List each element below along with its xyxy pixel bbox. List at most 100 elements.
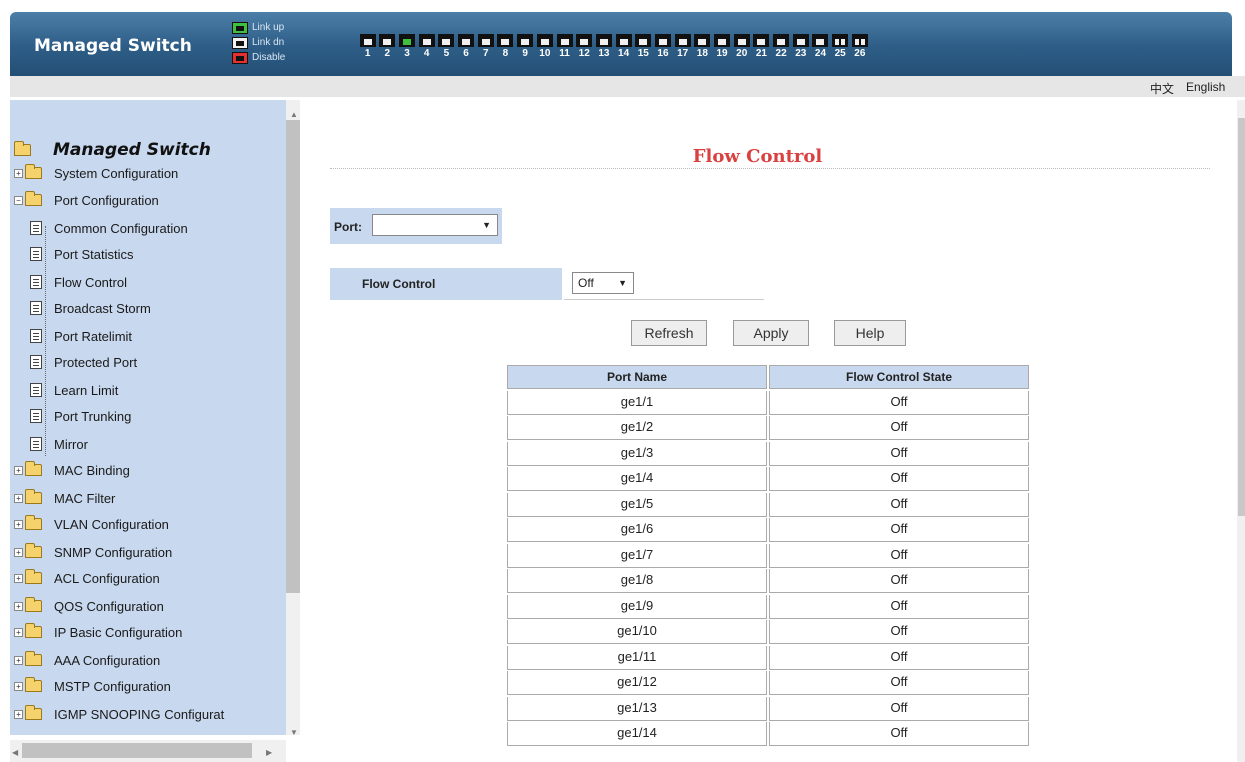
tree-root[interactable]: Managed Switch xyxy=(14,140,211,160)
flow-control-select[interactable]: Off ▼ xyxy=(572,272,634,294)
port-name-cell: ge1/11 xyxy=(507,645,767,670)
ethernet-port-icon xyxy=(576,34,593,47)
sidebar-item-port-configuration[interactable]: − Port Configuration xyxy=(14,189,159,211)
expand-icon[interactable]: + xyxy=(14,493,23,503)
port-15[interactable]: 15 xyxy=(634,34,653,59)
port-14[interactable]: 14 xyxy=(614,34,633,59)
folder-icon xyxy=(25,461,42,476)
sidebar-item-vlan-configuration[interactable]: + VLAN Configuration xyxy=(14,513,169,535)
port-10[interactable]: 10 xyxy=(535,34,554,59)
sidebar-item-aaa-configuration[interactable]: + AAA Configuration xyxy=(14,649,160,671)
table-row: ge1/8 Off xyxy=(507,569,1031,595)
sidebar-item-qos-configuration[interactable]: + QOS Configuration xyxy=(14,595,164,617)
sidebar-item-broadcast-storm[interactable]: Broadcast Storm xyxy=(30,297,151,319)
sidebar-item-system-configuration[interactable]: + System Configuration xyxy=(14,162,178,184)
port-selector-row: Port: ▼ xyxy=(330,208,502,244)
port-name-cell: ge1/6 xyxy=(507,518,767,542)
flow-control-state-cell: Off xyxy=(769,722,1029,746)
ethernet-port-icon xyxy=(477,34,494,47)
port-21[interactable]: 21 xyxy=(752,34,771,59)
apply-button[interactable]: Apply xyxy=(733,320,809,346)
page-scroll-thumb[interactable] xyxy=(1238,118,1245,516)
dropdown-arrow-icon: ▼ xyxy=(618,278,627,288)
port-26[interactable]: 26 xyxy=(850,34,869,59)
sidebar-item-mac-filter[interactable]: + MAC Filter xyxy=(14,487,115,509)
port-13[interactable]: 13 xyxy=(594,34,613,59)
port-1[interactable]: 1 xyxy=(358,34,377,59)
expand-icon[interactable]: + xyxy=(14,601,23,611)
expand-icon[interactable]: + xyxy=(14,709,23,719)
scroll-up-icon[interactable]: ▲ xyxy=(290,110,298,119)
sidebar-item-label: Port Trunking xyxy=(54,408,132,424)
port-24[interactable]: 24 xyxy=(811,34,830,59)
ethernet-port-icon xyxy=(359,34,376,47)
port-8[interactable]: 8 xyxy=(496,34,515,59)
sidebar-item-flow-control[interactable]: Flow Control xyxy=(30,271,127,293)
port-5[interactable]: 5 xyxy=(437,34,456,59)
scroll-left-icon[interactable]: ◀ xyxy=(12,748,18,757)
ethernet-port-icon xyxy=(497,34,514,47)
port-22[interactable]: 22 xyxy=(771,34,790,59)
port-17[interactable]: 17 xyxy=(673,34,692,59)
sidebar-item-igmp-snooping-configurat[interactable]: + IGMP SNOOPING Configurat xyxy=(14,703,224,725)
sidebar-scroll-thumb[interactable] xyxy=(286,120,300,593)
port-3[interactable]: 3 xyxy=(397,34,416,59)
folder-icon xyxy=(25,597,42,612)
scroll-right-icon[interactable]: ▶ xyxy=(266,748,272,757)
sidebar-item-mac-binding[interactable]: + MAC Binding xyxy=(14,459,130,481)
port-select[interactable]: ▼ xyxy=(372,214,498,236)
port-number: 8 xyxy=(502,48,509,59)
lang-chinese-link[interactable]: 中文 xyxy=(1150,80,1174,97)
port-12[interactable]: 12 xyxy=(575,34,594,59)
sidebar-item-port-ratelimit[interactable]: Port Ratelimit xyxy=(30,325,132,347)
help-button[interactable]: Help xyxy=(834,320,906,346)
port-11[interactable]: 11 xyxy=(555,34,574,59)
port-number: 12 xyxy=(578,48,590,59)
sidebar-item-acl-configuration[interactable]: + ACL Configuration xyxy=(14,567,160,589)
port-2[interactable]: 2 xyxy=(378,34,397,59)
expand-icon[interactable]: + xyxy=(14,627,23,637)
sidebar-item-label: Port Configuration xyxy=(54,192,159,208)
sidebar-item-mstp-configuration[interactable]: + MSTP Configuration xyxy=(14,675,171,697)
sidebar-item-port-trunking[interactable]: Port Trunking xyxy=(30,405,131,427)
expand-icon[interactable]: + xyxy=(14,573,23,583)
sidebar-item-ip-basic-configuration[interactable]: + IP Basic Configuration xyxy=(14,621,182,643)
lang-english-link[interactable]: English xyxy=(1186,80,1225,94)
sidebar-item-protected-port[interactable]: Protected Port xyxy=(30,351,137,373)
flow-control-state-cell: Off xyxy=(769,441,1029,466)
port-23[interactable]: 23 xyxy=(791,34,810,59)
collapse-icon[interactable]: − xyxy=(14,195,23,205)
port-25[interactable]: 25 xyxy=(831,34,850,59)
table-row: ge1/2 Off xyxy=(507,416,1031,442)
sidebar: Managed Switch + System Configuration − Por… xyxy=(0,100,300,762)
port-16[interactable]: 16 xyxy=(653,34,672,59)
scroll-down-icon[interactable]: ▼ xyxy=(290,728,298,737)
sidebar-item-common-configuration[interactable]: Common Configuration xyxy=(30,217,188,239)
sidebar-item-mirror[interactable]: Mirror xyxy=(30,433,88,455)
flow-control-state-cell: Off xyxy=(769,696,1029,721)
port-19[interactable]: 19 xyxy=(712,34,731,59)
sidebar-item-snmp-configuration[interactable]: + SNMP Configuration xyxy=(14,541,172,563)
port-9[interactable]: 9 xyxy=(516,34,535,59)
legend-label: Link up xyxy=(252,22,285,33)
document-icon xyxy=(30,383,42,397)
expand-icon[interactable]: + xyxy=(14,168,23,178)
port-7[interactable]: 7 xyxy=(476,34,495,59)
port-4[interactable]: 4 xyxy=(417,34,436,59)
expand-icon[interactable]: + xyxy=(14,465,23,475)
sidebar-hscroll-thumb[interactable] xyxy=(22,743,252,758)
ethernet-port-icon xyxy=(399,34,416,47)
expand-icon[interactable]: + xyxy=(14,547,23,557)
port-6[interactable]: 6 xyxy=(456,34,475,59)
expand-icon[interactable]: + xyxy=(14,519,23,529)
expand-icon[interactable]: + xyxy=(14,681,23,691)
flow-control-state-cell: Off xyxy=(769,390,1029,415)
sidebar-item-port-statistics[interactable]: Port Statistics xyxy=(30,243,133,265)
port-20[interactable]: 20 xyxy=(732,34,751,59)
refresh-button[interactable]: Refresh xyxy=(631,320,707,346)
expand-icon[interactable]: + xyxy=(14,655,23,665)
sidebar-item-learn-limit[interactable]: Learn Limit xyxy=(30,379,118,401)
document-icon xyxy=(30,437,42,451)
table-row: ge1/1 Off xyxy=(507,390,1031,417)
port-18[interactable]: 18 xyxy=(693,34,712,59)
